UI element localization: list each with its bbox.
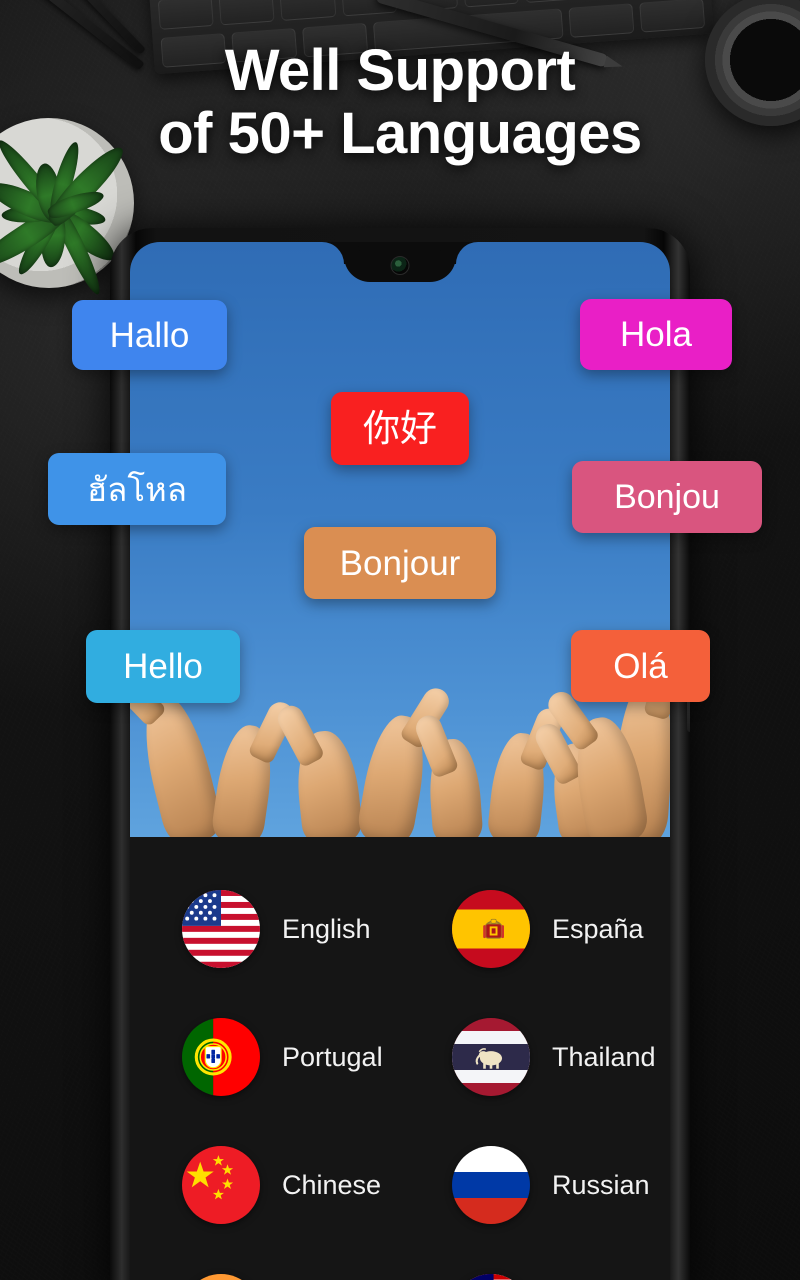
chip-nihao[interactable]: 你好 <box>331 392 469 465</box>
headline-line-2: of 50+ Languages <box>158 100 642 166</box>
chip-label: 你好 <box>363 408 437 449</box>
chip-label: Olá <box>613 646 668 686</box>
language-item-chinese[interactable]: Chinese <box>130 1146 400 1224</box>
language-item-portugal[interactable]: Portugal <box>130 1018 400 1096</box>
language-label: España <box>552 913 644 944</box>
language-item-malay[interactable]: Malay <box>400 1274 670 1280</box>
language-label: Portugal <box>282 1041 383 1072</box>
camera-icon <box>390 256 410 275</box>
language-item-thailand[interactable]: Thailand <box>400 1018 670 1096</box>
language-item-english[interactable]: English <box>130 890 400 968</box>
chip-label: Hola <box>620 315 692 354</box>
language-label: English <box>282 913 371 944</box>
flag-pt-icon <box>182 1018 260 1096</box>
language-label: Chinese <box>282 1169 382 1200</box>
language-row: Portugal Thailand <box>130 993 670 1121</box>
flag-es-icon <box>452 890 530 968</box>
chip-hallo[interactable]: Hallo <box>72 300 227 370</box>
flag-ru-icon <box>452 1146 530 1224</box>
language-label: Thailand <box>552 1041 656 1072</box>
chip-ola[interactable]: Olá <box>571 630 710 702</box>
chip-bonjou[interactable]: Bonjou <box>572 461 762 533</box>
flag-cn-icon <box>182 1146 260 1224</box>
language-list: English España Portugal Thailand Chinese… <box>130 837 670 1280</box>
page-title: Well Support of 50+ Languages <box>0 38 800 166</box>
language-item-russian[interactable]: Russian <box>400 1146 670 1224</box>
thumbs-up-hand <box>412 711 484 837</box>
language-label: Russian <box>552 1169 650 1200</box>
chip-label: Hello <box>123 647 203 686</box>
language-item-india[interactable]: India <box>130 1274 400 1280</box>
language-row: Chinese Russian <box>130 1121 670 1249</box>
chip-hello[interactable]: Hello <box>86 630 240 703</box>
phone-mockup: English España Portugal Thailand Chinese… <box>110 228 690 1280</box>
chip-hanlo-thai[interactable]: ฮัลโหล <box>48 453 226 525</box>
flag-th-icon <box>452 1018 530 1096</box>
chip-bonjour[interactable]: Bonjour <box>304 527 496 599</box>
chip-hola[interactable]: Hola <box>580 299 732 370</box>
headline-line-1: Well Support <box>224 38 576 103</box>
chip-label: Bonjour <box>339 543 461 583</box>
chip-label: Hallo <box>109 315 190 355</box>
thumbs-up-hand <box>210 697 298 837</box>
language-row: India Malay <box>130 1249 670 1280</box>
language-row: English España <box>130 865 670 993</box>
language-item-españa[interactable]: España <box>400 890 670 968</box>
flag-in-icon <box>182 1274 260 1280</box>
flag-us-icon <box>182 890 260 968</box>
thumbs-up-hand <box>130 664 226 837</box>
chip-label: ฮัลโหล <box>86 470 188 508</box>
thumbs-up-hand <box>273 701 364 837</box>
chip-label: Bonjou <box>614 478 720 516</box>
promo-screenshot: Well Support of 50+ Languages English Es… <box>0 0 800 1280</box>
flag-my-icon <box>452 1274 530 1280</box>
